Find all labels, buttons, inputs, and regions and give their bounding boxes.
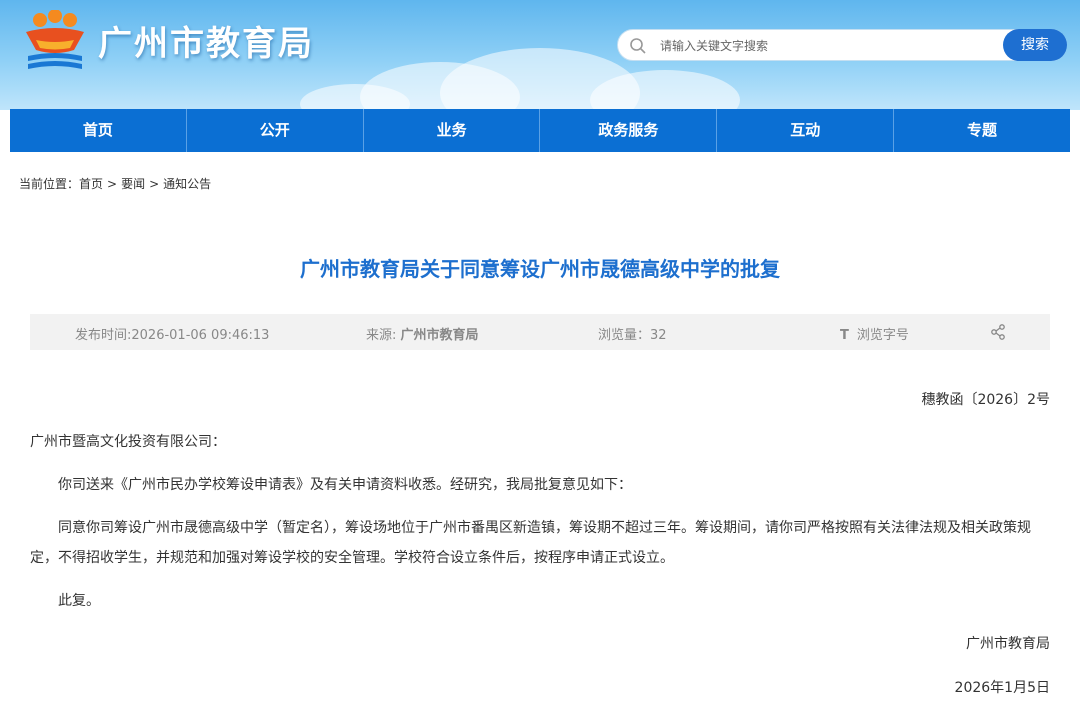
- nav-item-government-services[interactable]: 政务服务: [540, 109, 718, 152]
- article-title: 广州市教育局关于同意筹设广州市晟德高级中学的批复: [300, 257, 780, 281]
- nav-item-business[interactable]: 业务: [364, 109, 541, 152]
- nav-item-public[interactable]: 公开: [187, 109, 364, 152]
- paragraph: 此复。: [58, 593, 100, 609]
- main-nav: 首页 公开 业务 政务服务 互动 专题: [10, 109, 1070, 152]
- nav-item-topics[interactable]: 专题: [894, 109, 1070, 152]
- view-count: 浏览量：32: [598, 328, 667, 343]
- search-icon: [630, 38, 646, 54]
- source-label: 来源:: [366, 328, 401, 343]
- source: 来源: 广州市教育局: [366, 324, 479, 343]
- breadcrumb-news[interactable]: 要闻: [121, 177, 145, 191]
- search-input[interactable]: [658, 34, 992, 58]
- document-number: 穗教函〔2026〕2号: [921, 392, 1050, 408]
- date: 2026年1月5日: [954, 680, 1050, 696]
- article-container: 当前位置：首页 > 要闻 > 通知公告 广州市教育局关于同意筹设广州市晟德高级中学的批复…: [10, 152, 1070, 704]
- search-box: 搜索: [617, 29, 1067, 61]
- breadcrumb-home[interactable]: 首页: [79, 177, 103, 191]
- site-header: 广州市教育局 搜索: [0, 0, 1080, 110]
- breadcrumb-separator: >: [149, 177, 160, 191]
- font-size-icon: T: [840, 328, 849, 343]
- nav-item-interaction[interactable]: 互动: [717, 109, 895, 152]
- breadcrumb: 当前位置：首页 > 要闻 > 通知公告: [19, 175, 215, 192]
- logo-icon[interactable]: [22, 10, 88, 72]
- share-icon[interactable]: [990, 324, 1006, 340]
- signature: 广州市教育局: [966, 636, 1050, 652]
- site-title[interactable]: 广州市教育局: [98, 16, 314, 65]
- breadcrumb-separator: >: [107, 177, 118, 191]
- recipient: 广州市暨高文化投资有限公司：: [30, 434, 226, 450]
- font-size-label: 浏览字号: [856, 328, 909, 343]
- source-value: 广州市教育局: [400, 328, 479, 343]
- article-meta-bar: 发布时间:2026-01-06 09:46:13 来源: 广州市教育局 浏览量：…: [30, 314, 1050, 350]
- search-button[interactable]: 搜索: [1003, 29, 1067, 61]
- breadcrumb-label: 当前位置：: [19, 177, 80, 191]
- nav-item-home[interactable]: 首页: [10, 109, 187, 152]
- font-size-control[interactable]: T 浏览字号: [840, 324, 909, 343]
- paragraph: 你司送来《广州市民办学校筹设申请表》及有关申请资料收悉。经研究，我局批复意见如下…: [58, 477, 632, 493]
- paragraph: 同意你司筹设广州市晟德高级中学（暂定名），筹设场地位于广州市番禺区新造镇，筹设期…: [30, 520, 1031, 566]
- breadcrumb-notices[interactable]: 通知公告: [163, 177, 211, 191]
- publish-time: 发布时间:2026-01-06 09:46:13: [75, 328, 270, 343]
